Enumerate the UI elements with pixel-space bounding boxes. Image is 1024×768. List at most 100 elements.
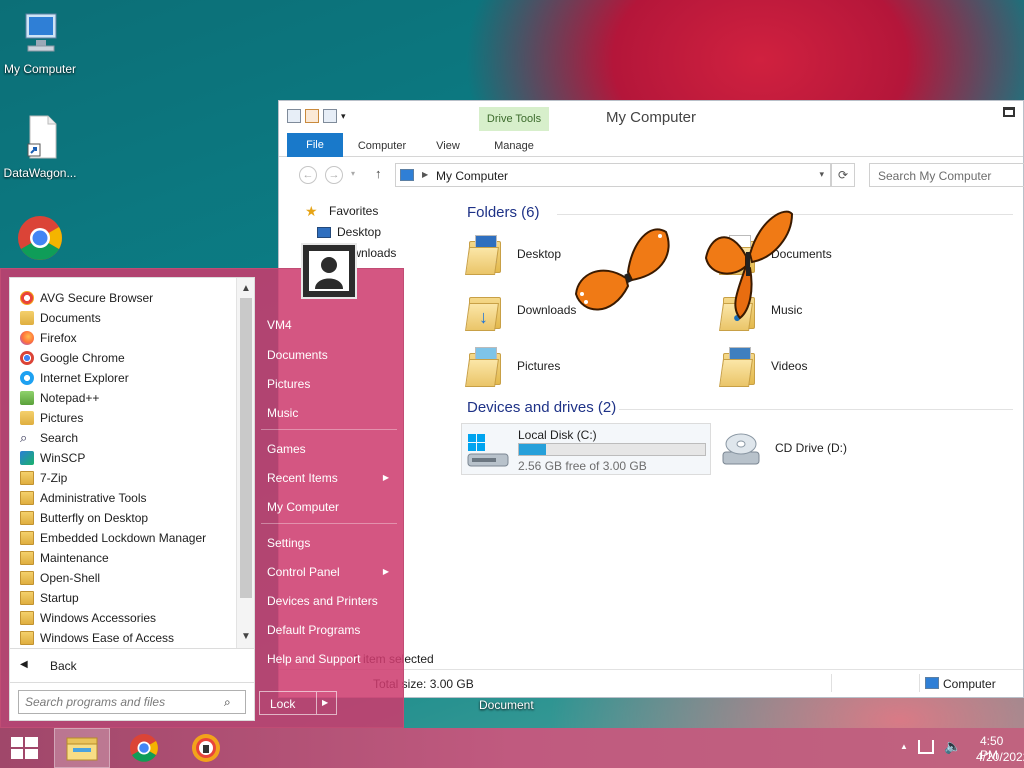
nav-favorites[interactable]: ★ Favorites (299, 201, 439, 222)
taskbar-file-explorer[interactable] (54, 728, 110, 768)
desktop-icon-datawagon[interactable]: DataWagon... (0, 114, 80, 180)
nav-desktop[interactable]: Desktop (299, 222, 439, 243)
address-bar[interactable]: ▶ My Computer ▾ (395, 163, 831, 187)
start-item-documents[interactable]: Documents (267, 342, 397, 368)
start-item-vm4[interactable]: VM4 (267, 312, 397, 338)
program-label: Pictures (40, 411, 84, 425)
start-item-control-panel[interactable]: Control Panel ▶ (267, 559, 397, 585)
tab-file[interactable]: File (287, 133, 343, 157)
program-label: Embedded Lockdown Manager (40, 531, 207, 545)
chrome-icon (16, 214, 64, 262)
program-list-scrollbar[interactable]: ▲ ▼ (236, 278, 254, 648)
folder-label: Pictures (517, 359, 561, 373)
computer-small-icon (925, 677, 939, 689)
desktop-icon-my-computer[interactable]: My Computer (0, 10, 80, 76)
start-item-games[interactable]: Games (267, 436, 397, 462)
taskbar-avg-browser[interactable] (178, 728, 234, 768)
program-item[interactable]: Internet Explorer (10, 368, 238, 388)
lock-button[interactable]: Lock ▶ (259, 691, 337, 715)
taskbar-chrome[interactable] (116, 728, 172, 768)
folder-item-downloads[interactable]: ↓ Downloads (465, 285, 576, 335)
computer-icon (16, 10, 64, 58)
forward-arrow-icon[interactable]: → (325, 166, 343, 184)
program-item[interactable]: 7-Zip (10, 468, 238, 488)
folder-icon (20, 571, 34, 585)
program-item[interactable]: Open-Shell (10, 568, 238, 588)
devices-header: Devices and drives (2) (467, 399, 617, 416)
show-hidden-icons-icon[interactable]: ▲ (900, 742, 908, 751)
program-item[interactable]: ⌕ Search (10, 428, 238, 448)
program-item[interactable]: Firefox (10, 328, 238, 348)
lock-options-arrow-icon[interactable]: ▶ (322, 698, 328, 707)
desktop-small-icon (317, 227, 331, 238)
start-item-my-computer[interactable]: My Computer (267, 494, 397, 520)
program-item[interactable]: Google Chrome (10, 348, 238, 368)
avatar[interactable] (301, 243, 357, 299)
tab-computer[interactable]: Computer (347, 135, 417, 157)
restore-button[interactable] (1003, 107, 1015, 117)
folder-item-videos[interactable]: Videos (719, 341, 807, 391)
start-item-label: Recent Items (267, 471, 338, 485)
program-item[interactable]: Startup (10, 588, 238, 608)
pictures-icon (20, 411, 34, 425)
start-item-help-and-support[interactable]: Help and Support (267, 646, 397, 672)
tab-view[interactable]: View (425, 135, 471, 157)
desktop-document-label: Document (479, 698, 534, 712)
scroll-down-arrow-icon[interactable]: ▼ (237, 628, 255, 646)
drive-item-d[interactable]: CD Drive (D:) (721, 423, 847, 473)
start-button[interactable] (0, 728, 48, 768)
program-item[interactable]: Notepad++ (10, 388, 238, 408)
program-item[interactable]: Pictures (10, 408, 238, 428)
program-label: Maintenance (40, 551, 109, 565)
divider (261, 429, 397, 430)
program-item[interactable]: Embedded Lockdown Manager (10, 528, 238, 548)
recent-locations-icon[interactable]: ▾ (351, 169, 355, 178)
program-item[interactable]: Documents (10, 308, 238, 328)
search-programs-input[interactable]: Search programs and files (18, 690, 246, 714)
start-item-pictures[interactable]: Pictures (267, 371, 397, 397)
back-arrow-icon[interactable]: ← (299, 166, 317, 184)
divider (316, 692, 317, 714)
folder-icon (20, 611, 34, 625)
desktop-icon-chrome[interactable] (0, 214, 80, 266)
folder-icon (20, 631, 34, 645)
folder-item-desktop[interactable]: Desktop (465, 229, 561, 279)
tab-manage[interactable]: Manage (479, 135, 549, 157)
start-item-default-programs[interactable]: Default Programs (267, 617, 397, 643)
program-search: Search programs and files ⌕ (9, 683, 255, 721)
start-item-music[interactable]: Music (267, 400, 397, 426)
avg-browser-icon (192, 734, 220, 762)
submenu-arrow-icon: ▶ (382, 473, 389, 482)
chrome-icon (20, 351, 34, 365)
scroll-thumb[interactable] (240, 298, 252, 598)
network-icon[interactable] (918, 740, 934, 754)
drive-tools-label: Drive Tools (479, 107, 549, 131)
program-item[interactable]: WinSCP (10, 448, 238, 468)
start-item-recent-items[interactable]: Recent Items ▶ (267, 465, 397, 491)
folder-item-pictures[interactable]: Pictures (465, 341, 561, 391)
volume-muted-icon[interactable]: 🔈 (944, 738, 961, 755)
ie-icon (20, 371, 34, 385)
back-button[interactable]: ◀ Back (9, 649, 255, 683)
breadcrumb-chevron-icon: ▶ (422, 170, 429, 179)
search-input[interactable]: Search My Computer (869, 163, 1024, 187)
program-item[interactable]: Butterfly on Desktop (10, 508, 238, 528)
refresh-icon[interactable]: ⟳ (831, 163, 855, 187)
clock-date[interactable]: 4/20/2022 (976, 750, 1024, 764)
documents-icon (20, 311, 34, 325)
program-item[interactable]: Windows Accessories (10, 608, 238, 628)
drive-item-c[interactable]: Local Disk (C:) 2.56 GB free of 3.00 GB (461, 423, 711, 475)
title-bar[interactable]: ▾ My Computer (279, 101, 1023, 131)
start-item-devices-and-printers[interactable]: Devices and Printers (267, 588, 397, 614)
up-arrow-icon[interactable]: ↑ (375, 166, 382, 181)
program-item[interactable]: AVG Secure Browser (10, 288, 238, 308)
address-dropdown-icon[interactable]: ▾ (819, 169, 824, 180)
program-item[interactable]: Administrative Tools (10, 488, 238, 508)
program-item[interactable]: Maintenance (10, 548, 238, 568)
folder-icon (20, 551, 34, 565)
start-item-settings[interactable]: Settings (267, 530, 397, 556)
scroll-up-arrow-icon[interactable]: ▲ (237, 280, 255, 298)
star-icon: ★ (305, 203, 318, 219)
search-icon[interactable]: ⌕ (224, 695, 231, 710)
program-item[interactable]: Windows Ease of Access (10, 628, 238, 648)
